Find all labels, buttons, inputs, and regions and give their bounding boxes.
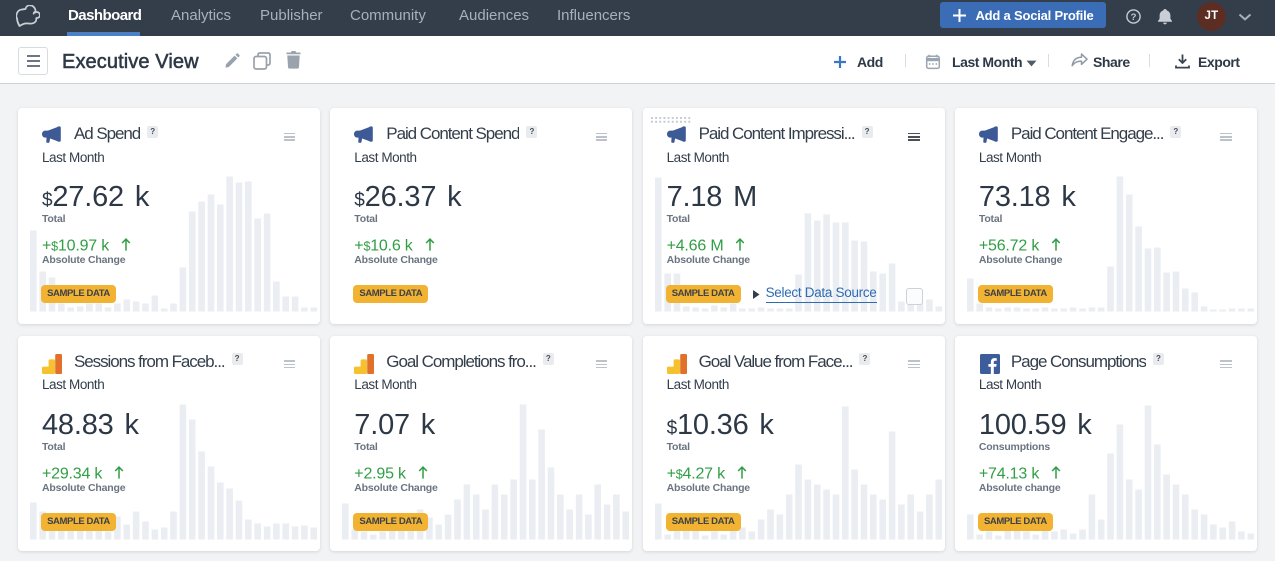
svg-text:?: ? [1131,12,1137,23]
